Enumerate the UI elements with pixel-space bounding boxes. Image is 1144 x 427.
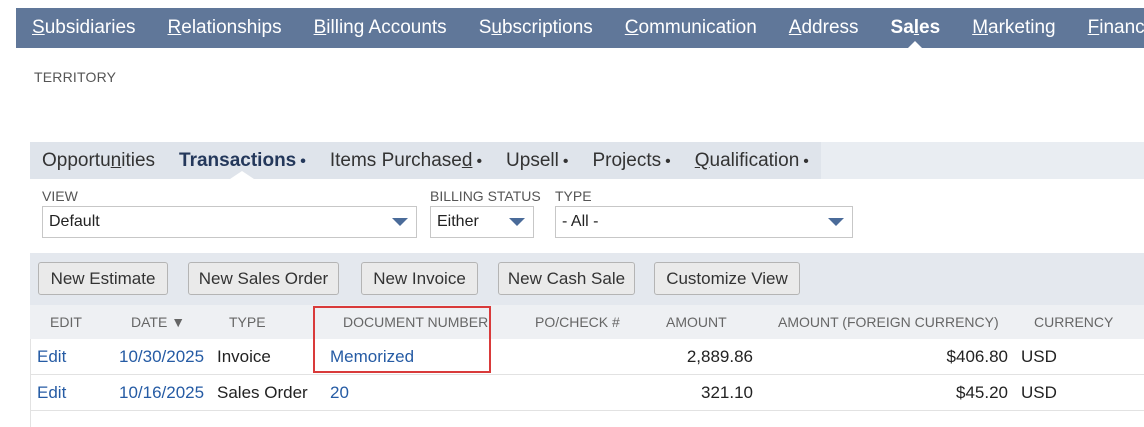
table-row: Edit 10/16/2025 Sales Order 20 321.10 $4… — [30, 375, 1144, 411]
column-header-type[interactable]: TYPE — [229, 305, 266, 339]
chevron-down-icon — [509, 218, 525, 226]
amount-foreign-cell: $45.20 — [956, 383, 1008, 402]
new-invoice-button[interactable]: New Invoice — [361, 262, 478, 295]
column-header-po-check[interactable]: PO/CHECK # — [535, 305, 620, 339]
table-header: EDIT DATE ▼ TYPE DOCUMENT NUMBER PO/CHEC… — [30, 305, 1144, 339]
chevron-down-icon — [828, 218, 844, 226]
subtab-dot: • — [562, 153, 569, 170]
top-nav-bar: Subsidiaries Relationships Billing Accou… — [16, 8, 1144, 48]
view-select[interactable]: Default — [42, 206, 417, 238]
nav-tab-subsidiaries[interactable]: Subsidiaries — [16, 8, 152, 48]
subtab-bar: Opportunities Transactions • Items Purcha… — [30, 142, 1144, 179]
subtab-dot: • — [803, 153, 809, 170]
subtab-dot: • — [300, 153, 306, 170]
nav-tab-relationships[interactable]: Relationships — [152, 8, 298, 48]
customize-view-button[interactable]: Customize View — [654, 262, 800, 295]
subtab-projects[interactable]: Projects • — [580, 142, 682, 179]
currency-cell: USD — [1021, 347, 1057, 366]
date-link[interactable]: 10/30/2025 — [119, 339, 204, 375]
subtab-items-purchased[interactable]: Items Purchased • — [318, 142, 494, 179]
nav-tab-marketing[interactable]: Marketing — [956, 8, 1071, 48]
document-number-link[interactable]: 20 — [330, 375, 349, 411]
new-estimate-button[interactable]: New Estimate — [38, 262, 168, 295]
view-select-value: Default — [49, 213, 100, 230]
action-button-bar: New Estimate New Sales Order New Invoice… — [30, 253, 1144, 305]
subtab-upsell[interactable]: Upsell • — [494, 142, 580, 179]
column-header-currency[interactable]: CURRENCY — [1034, 305, 1113, 339]
nav-tab-address[interactable]: Address — [773, 8, 875, 48]
subtab-opportunities[interactable]: Opportunities — [30, 142, 167, 179]
nav-tab-financial[interactable]: Financial — [1072, 8, 1144, 48]
type-select[interactable]: - All - — [555, 206, 853, 238]
type-cell: Sales Order — [217, 383, 308, 402]
billing-status-value: Either — [437, 213, 479, 230]
subtab-dot: • — [665, 153, 671, 170]
nav-tab-billing-accounts[interactable]: Billing Accounts — [298, 8, 463, 48]
chevron-down-icon — [392, 218, 408, 226]
table-left-border — [30, 339, 31, 427]
amount-cell: 321.10 — [701, 383, 753, 402]
subtab-transactions[interactable]: Transactions • — [167, 142, 318, 179]
amount-cell: 2,889.86 — [686, 347, 753, 366]
date-link[interactable]: 10/16/2025 — [119, 375, 204, 411]
territory-label: TERRITORY — [34, 69, 117, 85]
table-row: Edit 10/30/2025 Invoice Memorized 2,889.… — [30, 339, 1144, 375]
column-header-amount[interactable]: AMOUNT — [666, 305, 727, 339]
filter-area: VIEW Default BILLING STATUS Either TYPE … — [30, 179, 1144, 253]
nav-tab-communication[interactable]: Communication — [609, 8, 773, 48]
edit-link[interactable]: Edit — [37, 339, 66, 375]
nav-tab-sales[interactable]: Sales — [875, 8, 957, 48]
subtab-dot: • — [476, 153, 483, 170]
currency-cell: USD — [1021, 383, 1057, 402]
subtab-bar-filler — [820, 142, 1144, 179]
new-cash-sale-button[interactable]: New Cash Sale — [498, 262, 635, 295]
nav-tab-subscriptions[interactable]: Subscriptions — [463, 8, 609, 48]
type-label: TYPE — [555, 188, 592, 204]
column-header-amount-foreign[interactable]: AMOUNT (FOREIGN CURRENCY) — [778, 305, 999, 339]
column-header-date[interactable]: DATE ▼ — [131, 305, 185, 339]
billing-status-select[interactable]: Either — [430, 206, 534, 238]
column-header-document-number[interactable]: DOCUMENT NUMBER — [343, 305, 488, 339]
subtab-qualification[interactable]: Qualification • — [683, 142, 821, 179]
amount-foreign-cell: $406.80 — [946, 347, 1008, 366]
billing-status-label: BILLING STATUS — [430, 188, 541, 204]
type-cell: Invoice — [217, 347, 271, 366]
type-select-value: - All - — [562, 213, 599, 230]
edit-link[interactable]: Edit — [37, 375, 66, 411]
document-number-link[interactable]: Memorized — [330, 339, 414, 375]
column-header-edit: EDIT — [50, 314, 82, 330]
new-sales-order-button[interactable]: New Sales Order — [188, 262, 339, 295]
view-label: VIEW — [42, 188, 78, 204]
